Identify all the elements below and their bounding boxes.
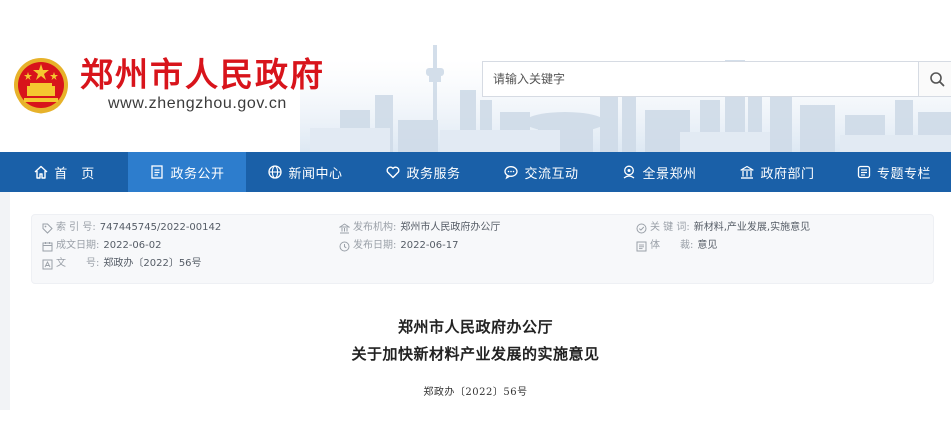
site-title[interactable]: 郑州市人民政府	[80, 56, 325, 94]
meta-genre: 体 裁: 意见	[636, 239, 717, 253]
nav-item-services[interactable]: 政务服务	[364, 152, 482, 192]
document-title-line-2: 关于加快新材料产业发展的实施意见	[351, 345, 600, 363]
site-header: 郑州市人民政府 www.zhengzhou.gov.cn	[0, 0, 951, 152]
nav-item-topics[interactable]: 专题专栏	[836, 152, 951, 192]
national-emblem-logo	[14, 58, 68, 114]
text-icon	[42, 259, 53, 269]
article-content: 索 引 号: 747445745/2022-00142 成文日期: 2022-0…	[0, 192, 951, 423]
meta-doc-number: 文 号: 郑政办〔2022〕56号	[42, 257, 202, 271]
meta-index: 索 引 号: 747445745/2022-00142	[42, 221, 221, 235]
nav-item-label: 全景郑州	[642, 166, 697, 182]
meta-published-date: 发布日期: 2022-06-17	[339, 239, 459, 253]
nav-item-label: 新闻中心	[288, 166, 343, 182]
nav-item-news[interactable]: 新闻中心	[246, 152, 364, 192]
panorama-icon	[624, 165, 635, 179]
document-meta-box: 索 引 号: 747445745/2022-00142 成文日期: 2022-0…	[31, 214, 934, 284]
site-url[interactable]: www.zhengzhou.gov.cn	[108, 94, 287, 114]
heart-icon	[387, 166, 400, 179]
check-shield-icon	[636, 223, 647, 233]
building-icon	[740, 165, 755, 179]
main-nav: 首 页 政务公开 新闻中心 政务服务 交流互动 全景郑州 政府部门 专题专栏	[0, 152, 951, 192]
search-button[interactable]	[919, 61, 951, 97]
nav-item-interaction[interactable]: 交流互动	[482, 152, 600, 192]
tag-icon	[42, 223, 53, 234]
globe-icon	[268, 165, 283, 179]
institution-icon	[339, 222, 350, 233]
nav-item-label: 政务服务	[406, 166, 461, 182]
chat-icon	[504, 166, 519, 180]
list-icon	[636, 241, 647, 251]
meta-keywords: 关 键 词: 新材料,产业发展,实施意见	[636, 221, 810, 235]
search-icon	[929, 72, 944, 87]
search-box	[482, 61, 919, 97]
nav-item-home[interactable]: 首 页	[0, 152, 128, 192]
nav-item-label: 专题专栏	[876, 166, 931, 182]
nav-item-label: 交流互动	[524, 166, 579, 182]
nav-item-panorama[interactable]: 全景郑州	[600, 152, 718, 192]
meta-issuer: 发布机构: 郑州市人民政府办公厅	[339, 221, 500, 235]
document-number: 郑政办〔2022〕56号	[423, 387, 528, 398]
home-icon	[34, 165, 48, 179]
calendar-icon	[42, 241, 53, 251]
document-icon	[151, 165, 164, 179]
clock-icon	[339, 241, 350, 251]
left-edge-panel	[0, 192, 10, 410]
nav-item-departments[interactable]: 政府部门	[718, 152, 836, 192]
search-input[interactable]	[483, 62, 918, 96]
document-title-line-1: 郑州市人民政府办公厅	[397, 318, 553, 336]
nav-item-label: 政府部门	[760, 166, 815, 182]
nav-item-label: 首 页	[54, 166, 95, 182]
nav-item-label: 政务公开	[170, 166, 225, 182]
nav-item-gov-affairs[interactable]: 政务公开	[128, 152, 246, 192]
topic-icon	[857, 165, 871, 179]
meta-created-date: 成文日期: 2022-06-02	[42, 239, 162, 253]
